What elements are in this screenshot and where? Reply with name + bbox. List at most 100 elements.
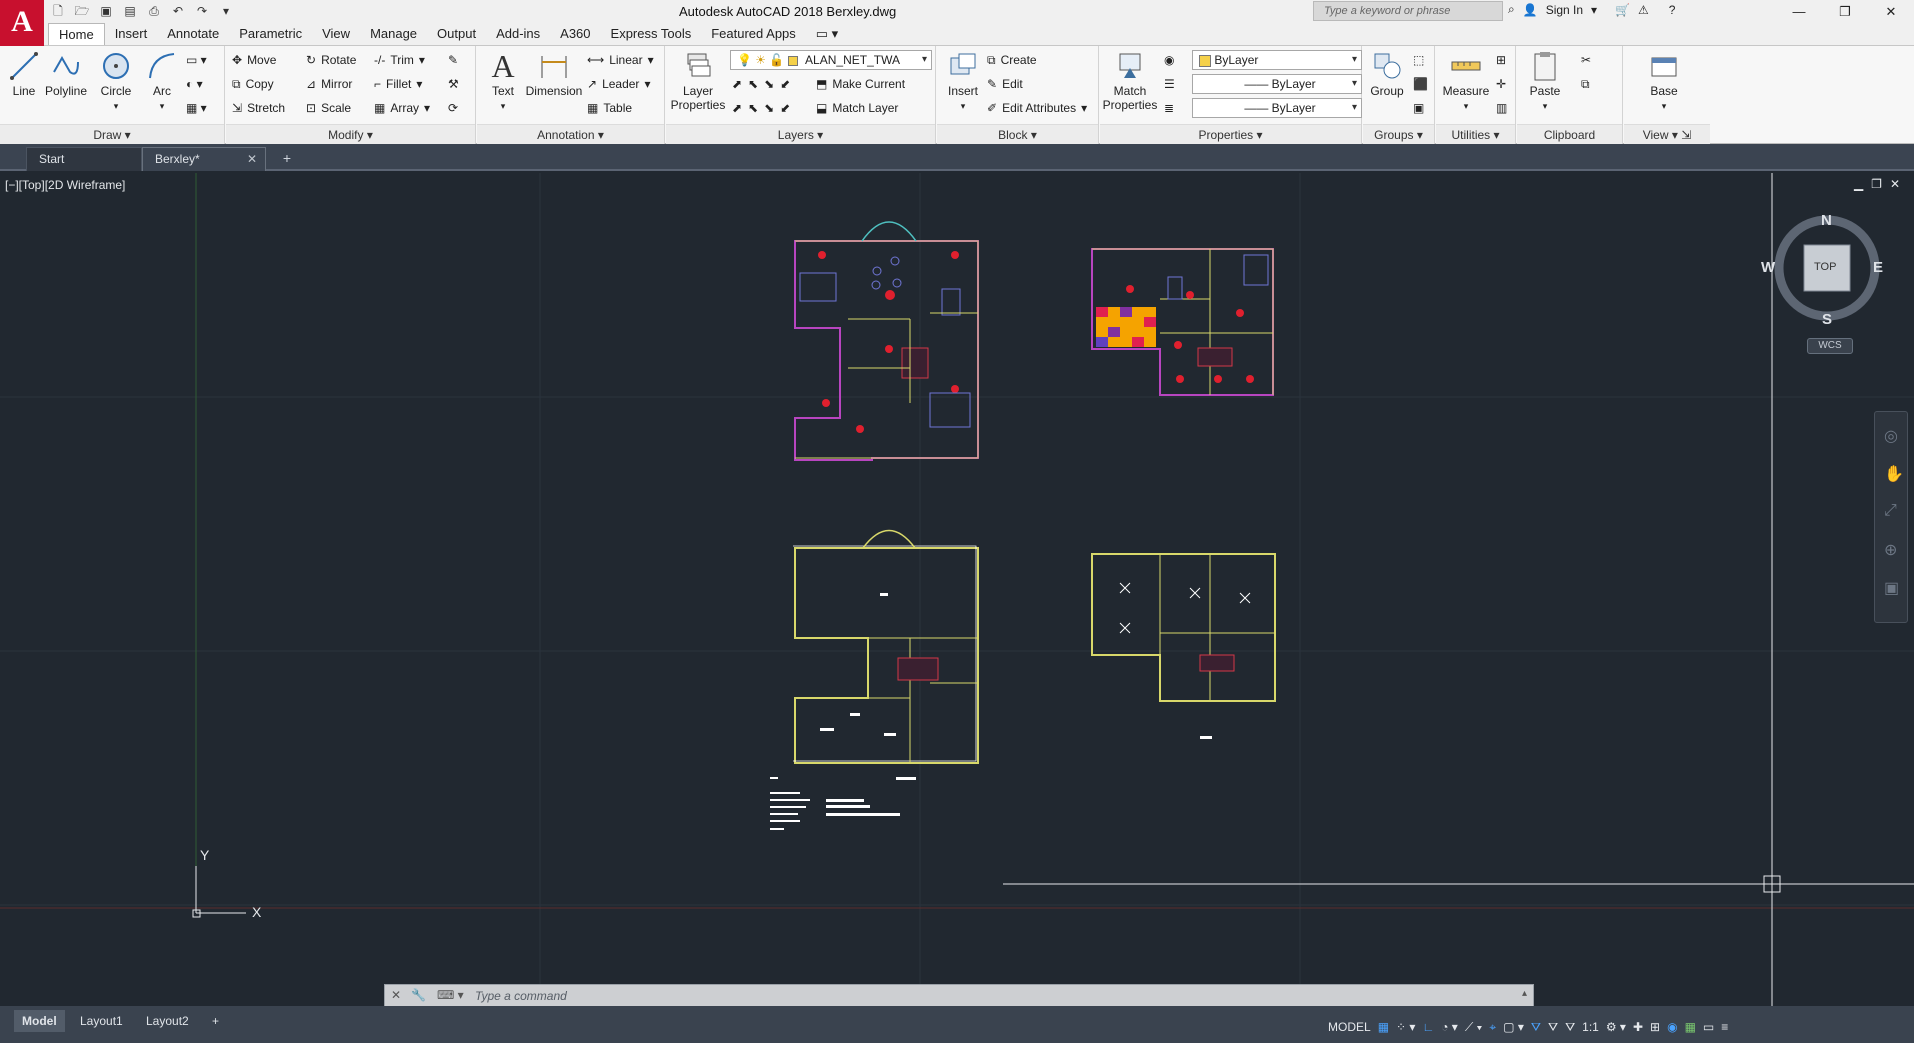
tab-parametric[interactable]: Parametric bbox=[229, 23, 312, 45]
linetype-dropdown[interactable]: —— ByLayer bbox=[1192, 74, 1362, 94]
panel-title-clipboard[interactable]: Clipboard bbox=[1517, 124, 1622, 144]
isodraft-icon[interactable]: ⟋ ▾ bbox=[1465, 1020, 1483, 1035]
user-icon[interactable]: 👤 bbox=[1523, 3, 1538, 17]
polar-tracking-icon[interactable]: ◔ ▾ bbox=[1441, 1020, 1458, 1034]
plot-icon[interactable]: ⎙ bbox=[144, 2, 164, 20]
showmotion-icon[interactable]: ▣ bbox=[1884, 578, 1899, 598]
layer-tools-row-1[interactable]: ⬈⬉⬊⬋ bbox=[732, 74, 796, 94]
panel-title-modify[interactable]: Modify ▾ bbox=[226, 124, 475, 144]
tab-insert[interactable]: Insert bbox=[105, 23, 158, 45]
color-dropdown[interactable]: ByLayer bbox=[1192, 50, 1362, 70]
recent-commands-icon[interactable]: ⌨ ▾ bbox=[437, 988, 464, 1002]
wcs-menu[interactable]: WCS bbox=[1807, 338, 1853, 354]
hatch-icon[interactable]: ◐ ▾ bbox=[186, 74, 203, 94]
application-menu-button[interactable]: A bbox=[0, 0, 44, 46]
tab-featured-apps[interactable]: Featured Apps bbox=[701, 23, 806, 45]
tab-annotate[interactable]: Annotate bbox=[157, 23, 229, 45]
rotate-button[interactable]: ↻ Rotate bbox=[306, 50, 356, 70]
layer-dropdown[interactable]: 💡 ☀ 🔓 ALAN_NET_TWA bbox=[730, 50, 932, 70]
scale-button[interactable]: ⊡ Scale bbox=[306, 98, 351, 118]
tab-add-ins[interactable]: Add-ins bbox=[486, 23, 550, 45]
tab-a360[interactable]: A360 bbox=[550, 23, 600, 45]
add-layout-icon[interactable]: + bbox=[204, 1010, 227, 1032]
command-close-icon[interactable]: ✕ bbox=[391, 988, 401, 1002]
match-properties-button[interactable]: Match Properties bbox=[1100, 50, 1160, 112]
undo-icon[interactable]: ↶ bbox=[168, 2, 188, 20]
panel-title-layers[interactable]: Layers ▾ bbox=[666, 124, 935, 144]
panel-title-groups[interactable]: Groups ▾ bbox=[1363, 124, 1434, 144]
pan-icon[interactable]: ✋ bbox=[1884, 464, 1904, 484]
stretch-button[interactable]: ⇲ Stretch bbox=[232, 98, 285, 118]
tab-berxley[interactable]: Berxley* ✕ bbox=[142, 147, 266, 171]
paste-button[interactable]: Paste ▾ bbox=[1521, 50, 1569, 113]
ungroup-icon[interactable]: ⬚ bbox=[1413, 50, 1424, 70]
command-history-icon[interactable]: ▴ bbox=[1522, 988, 1527, 999]
steering-wheel-icon[interactable]: ◎ bbox=[1884, 426, 1898, 446]
compass-w[interactable]: W bbox=[1761, 259, 1775, 276]
isolate-objects-icon[interactable]: ◉ bbox=[1667, 1020, 1677, 1034]
annotation-visibility-icon[interactable]: ⛛ bbox=[1531, 1020, 1541, 1035]
chevron-down-icon[interactable]: ▾ bbox=[1591, 3, 1597, 17]
viewport-close-icon[interactable]: ✕ bbox=[1890, 177, 1900, 191]
insert-button[interactable]: Insert ▾ bbox=[939, 50, 987, 113]
move-button[interactable]: ✥ Move bbox=[232, 50, 276, 70]
minimize-button[interactable]: — bbox=[1776, 0, 1822, 23]
annotation-scale-value[interactable]: 1:1 bbox=[1582, 1020, 1599, 1034]
restore-button[interactable]: ❐ bbox=[1822, 0, 1868, 23]
layout-tab-layout1[interactable]: Layout1 bbox=[72, 1010, 131, 1032]
panel-title-properties[interactable]: Properties ▾ bbox=[1100, 124, 1361, 144]
ribbon-options-icon[interactable]: ▭ ▾ bbox=[806, 23, 848, 45]
linear-button[interactable]: ⟷ Linear ▾ bbox=[587, 50, 654, 70]
array-button[interactable]: ▦ Array ▾ bbox=[374, 98, 430, 118]
base-button[interactable]: Base ▾ bbox=[1640, 50, 1688, 113]
object-snap-icon[interactable]: ▢ ▾ bbox=[1503, 1020, 1524, 1034]
leader-button[interactable]: ↗ Leader ▾ bbox=[587, 74, 650, 94]
arc-button[interactable]: Arc ▾ bbox=[138, 50, 186, 113]
viewcube[interactable]: N S E W TOP WCS bbox=[1761, 212, 1883, 361]
tab-home[interactable]: Home bbox=[48, 23, 105, 45]
viewport-restore-icon[interactable]: ❐ bbox=[1871, 177, 1882, 191]
viewcube-top-face[interactable]: TOP bbox=[1814, 261, 1836, 273]
table-button[interactable]: ▦ Table bbox=[587, 98, 632, 118]
redo-icon[interactable]: ↷ bbox=[192, 2, 212, 20]
tab-manage[interactable]: Manage bbox=[360, 23, 427, 45]
layout-tab-model[interactable]: Model bbox=[14, 1010, 65, 1032]
edit-attributes-button[interactable]: ✐ Edit Attributes ▾ bbox=[987, 98, 1087, 118]
layer-tools-row-2[interactable]: ⬈⬉⬊⬋ bbox=[732, 98, 796, 118]
command-customize-icon[interactable]: 🔧 bbox=[411, 988, 426, 1002]
units-icon[interactable]: ⊞ bbox=[1650, 1020, 1660, 1034]
group-edit-icon[interactable]: ⬛ bbox=[1413, 74, 1428, 94]
clean-screen-icon[interactable]: ▭ bbox=[1703, 1020, 1714, 1034]
panel-title-view[interactable]: View ▾ ⇲ bbox=[1624, 124, 1710, 144]
copy-button[interactable]: ⧉ Copy bbox=[232, 74, 274, 94]
rectangle-icon[interactable]: ▭ ▾ bbox=[186, 50, 207, 70]
panel-title-draw[interactable]: Draw ▾ bbox=[0, 124, 224, 144]
annotation-monitor-icon[interactable]: ✚ bbox=[1633, 1020, 1643, 1034]
id-point-icon[interactable]: ✛ bbox=[1496, 74, 1506, 94]
binoculars-icon[interactable]: ⌕ bbox=[1508, 2, 1515, 17]
compass-e[interactable]: E bbox=[1873, 259, 1883, 276]
measure-button[interactable]: Measure ▾ bbox=[1436, 50, 1496, 113]
mirror-button[interactable]: ⊿ Mirror bbox=[306, 74, 352, 94]
customization-icon[interactable]: ≡ bbox=[1721, 1020, 1728, 1034]
calculator-icon[interactable]: ▥ bbox=[1496, 98, 1507, 118]
grid-icon[interactable]: ▦ bbox=[1378, 1020, 1389, 1034]
workspace-gear-icon[interactable]: ⚙ ▾ bbox=[1606, 1020, 1626, 1034]
zoom-extents-icon[interactable]: ⤢ bbox=[1884, 502, 1897, 520]
match-layer-button[interactable]: ⬓ Match Layer bbox=[816, 98, 898, 118]
customize-qat-icon[interactable]: ▾ bbox=[216, 2, 236, 20]
dimension-button[interactable]: Dimension bbox=[523, 50, 585, 98]
close-button[interactable]: ✕ bbox=[1868, 0, 1914, 23]
layer-properties-button[interactable]: Layer Properties bbox=[670, 50, 726, 112]
help-icon[interactable]: ? bbox=[1669, 3, 1676, 17]
group-button[interactable]: Group bbox=[1363, 50, 1411, 98]
snap-icon[interactable]: ⁘ ▾ bbox=[1396, 1020, 1415, 1034]
edit-block-button[interactable]: ✎ Edit bbox=[987, 74, 1023, 94]
cut-icon[interactable]: ✂ bbox=[1581, 50, 1591, 70]
trim-button[interactable]: -/- Trim ▾ bbox=[374, 50, 425, 70]
command-input[interactable]: Type a command bbox=[475, 985, 567, 1007]
panel-title-block[interactable]: Block ▾ bbox=[937, 124, 1098, 144]
auto-scale-icon[interactable]: ⛛ bbox=[1548, 1020, 1558, 1035]
erase-icon[interactable]: ✎ bbox=[448, 50, 458, 70]
open-file-icon[interactable]: 🗁 bbox=[72, 2, 92, 20]
